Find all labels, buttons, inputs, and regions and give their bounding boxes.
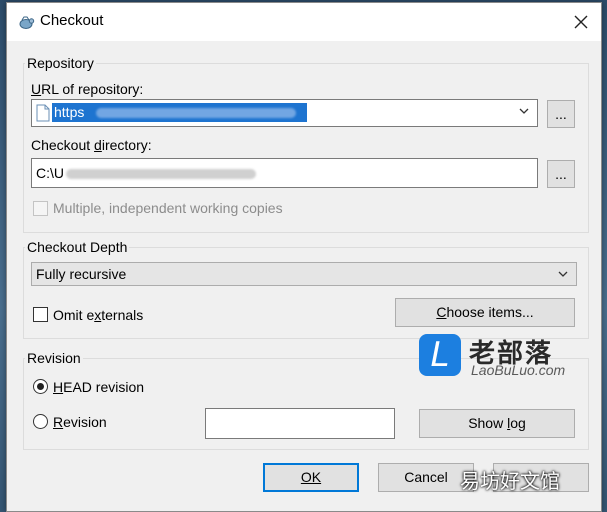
revision-group-label: Revision bbox=[25, 350, 83, 366]
chevron-down-icon[interactable] bbox=[517, 104, 531, 118]
head-revision-label: HEAD revision bbox=[53, 379, 145, 395]
revision-radio[interactable] bbox=[33, 414, 48, 429]
watermark-url: LaoBuLuo.com bbox=[471, 362, 566, 378]
url-label: URL of repository: bbox=[31, 81, 144, 97]
checkout-depth-group-label: Checkout Depth bbox=[25, 239, 130, 255]
repository-group-label: Repository bbox=[25, 55, 96, 71]
url-browse-button[interactable]: ... bbox=[547, 100, 575, 128]
checkout-directory-label: Checkout directory: bbox=[31, 137, 152, 153]
multiple-copies-checkbox[interactable] bbox=[33, 201, 48, 216]
title-bar: Checkout bbox=[7, 3, 601, 41]
tortoise-svn-icon bbox=[19, 16, 35, 29]
choose-items-button[interactable]: Choose items... bbox=[395, 298, 575, 327]
redacted-directory bbox=[66, 169, 256, 179]
multiple-copies-label: Multiple, independent working copies bbox=[53, 200, 283, 216]
depth-select[interactable]: Fully recursive bbox=[31, 262, 577, 286]
ok-button[interactable]: OK bbox=[263, 463, 359, 492]
watermark-caption: 易坊好文馆 bbox=[460, 471, 560, 493]
checkout-directory-value: C:\U bbox=[36, 165, 64, 181]
omit-externals-checkbox[interactable] bbox=[33, 307, 48, 322]
url-text-selection: https bbox=[52, 103, 307, 122]
close-button[interactable] bbox=[567, 9, 595, 35]
checkout-directory-input[interactable]: C:\U bbox=[31, 158, 538, 188]
watermark-logo: L bbox=[419, 334, 461, 376]
depth-select-value: Fully recursive bbox=[36, 266, 127, 282]
chevron-down-icon bbox=[558, 271, 568, 277]
revision-label: Revision bbox=[53, 414, 107, 430]
show-log-button[interactable]: Show log bbox=[419, 409, 575, 438]
checkout-dialog: Checkout Repository URL of repository: h… bbox=[6, 2, 602, 512]
revision-number-input[interactable] bbox=[205, 408, 395, 439]
directory-browse-button[interactable]: ... bbox=[547, 160, 575, 188]
close-icon bbox=[574, 15, 588, 29]
head-revision-radio[interactable] bbox=[33, 379, 48, 394]
omit-externals-label: Omit externals bbox=[53, 307, 144, 323]
file-icon bbox=[36, 104, 50, 122]
window-title: Checkout bbox=[40, 12, 104, 29]
redacted-url bbox=[96, 108, 296, 118]
url-combobox[interactable]: https bbox=[31, 99, 538, 127]
radio-selected-dot bbox=[37, 383, 44, 390]
url-value: https bbox=[54, 104, 85, 120]
